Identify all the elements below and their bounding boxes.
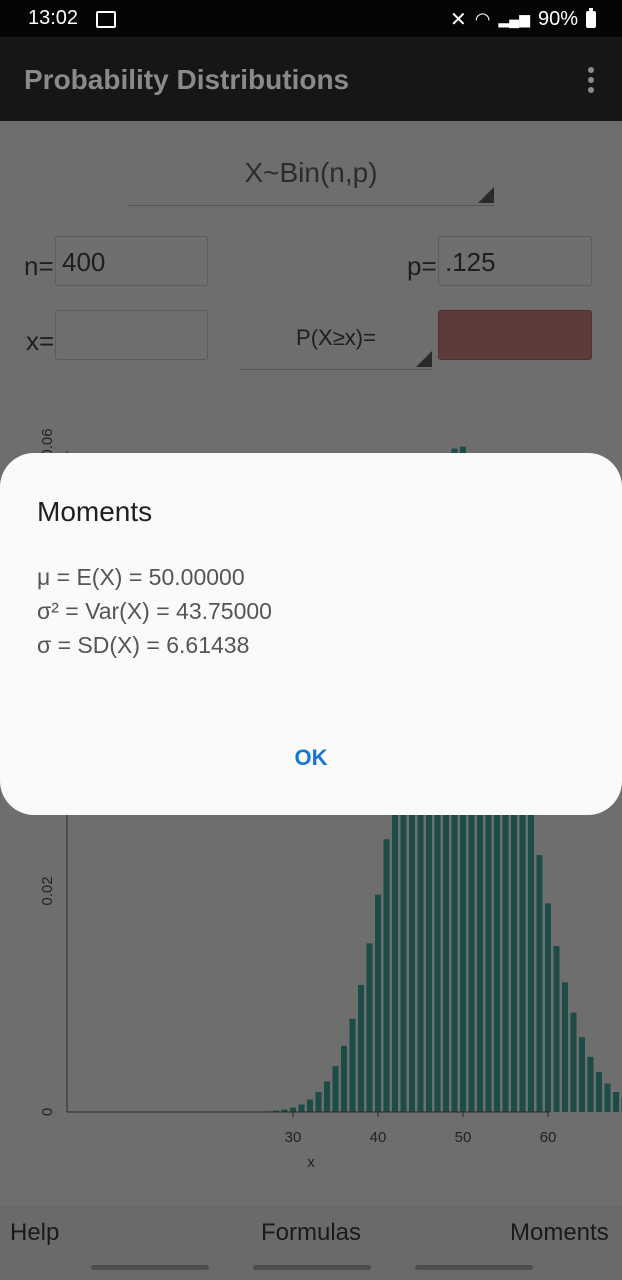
chart-bar <box>545 903 551 1112</box>
x-tick-label: 40 <box>370 1129 387 1146</box>
moments-dialog: Moments μ = E(X) = 50.00000 σ² = Var(X) … <box>0 453 622 815</box>
chart-bar <box>587 1056 594 1112</box>
status-icons: ✕ ◠ ▂▄▆ 90% <box>450 7 596 32</box>
chart-bar <box>349 1018 356 1112</box>
help-button[interactable]: Help <box>10 1219 59 1247</box>
gesture-bar-left <box>91 1265 209 1270</box>
x-axis-title: x <box>307 1154 315 1171</box>
chart-bar <box>315 1092 322 1112</box>
variance-line: σ² = Var(X) = 43.75000 <box>37 598 272 624</box>
chart-bar <box>604 1083 611 1112</box>
x-input[interactable] <box>55 310 208 360</box>
distribution-selected: X~Bin(n,p) <box>244 157 378 188</box>
x-tick-label: 60 <box>540 1129 557 1146</box>
gesture-bar-right <box>415 1265 533 1270</box>
sd-line: σ = SD(X) = 6.61438 <box>37 632 250 658</box>
gesture-bar-center <box>253 1265 371 1270</box>
overflow-menu-icon[interactable] <box>588 67 594 97</box>
probability-type-label: P(X≥x)= <box>296 325 376 350</box>
formulas-button[interactable]: Formulas <box>261 1219 361 1247</box>
dropdown-arrow-icon <box>478 187 494 203</box>
status-time: 13:02 <box>28 7 79 29</box>
chart-bar <box>307 1099 313 1112</box>
signal-icon: ▂▄▆ <box>498 11 530 27</box>
chart-bar <box>596 1071 602 1112</box>
y-tick-label: 0 <box>39 1108 56 1116</box>
probability-result <box>438 310 592 360</box>
app-title: Probability Distributions <box>24 64 350 95</box>
chart-bar <box>579 1037 585 1112</box>
chart-bar <box>392 779 398 1112</box>
probability-type-spinner[interactable]: P(X≥x)= <box>240 311 432 370</box>
chart-bar <box>366 943 373 1112</box>
status-bar: 13:02 ✕ ◠ ▂▄▆ 90% <box>0 0 622 37</box>
n-label: n= <box>24 251 54 281</box>
chart-bar <box>290 1107 296 1112</box>
x-ticks: 304050607080 <box>285 1112 557 1146</box>
bottom-nav: Help Formulas Moments <box>0 1206 622 1280</box>
app-bar: Probability Distributions <box>0 37 622 121</box>
chart-bar <box>375 894 381 1112</box>
chart-bar <box>613 1092 619 1112</box>
moments-button[interactable]: Moments <box>510 1219 609 1247</box>
battery-percent: 90% <box>537 8 578 30</box>
chart-bar <box>536 855 543 1112</box>
chart-bar <box>383 839 390 1112</box>
p-label: p= <box>407 251 437 281</box>
chart-bar <box>358 984 364 1112</box>
chart-bar <box>562 982 568 1112</box>
x-tick-label: 50 <box>455 1129 472 1146</box>
x-tick-label: 30 <box>285 1129 302 1146</box>
ok-button[interactable]: OK <box>0 745 622 771</box>
chart-bar <box>332 1066 339 1112</box>
chart-bar <box>553 945 560 1112</box>
battery-icon <box>586 8 596 28</box>
gallery-notification-icon <box>96 11 116 28</box>
dialog-title: Moments <box>37 496 153 527</box>
chart-bar <box>324 1081 330 1112</box>
chart-bar <box>298 1104 305 1112</box>
mean-line: μ = E(X) = 50.00000 <box>37 564 245 590</box>
distribution-spinner[interactable]: X~Bin(n,p) <box>128 153 494 206</box>
x-label: x= <box>26 326 55 356</box>
chart-bar <box>570 1012 577 1112</box>
chart-bar <box>341 1045 347 1112</box>
chart-bar <box>528 801 534 1112</box>
dropdown-arrow-icon <box>416 351 432 367</box>
y-tick-label: 0.02 <box>39 876 56 905</box>
p-input[interactable]: .125 <box>438 236 592 286</box>
mute-icon: ✕ <box>450 9 467 31</box>
wifi-icon: ◠ <box>474 9 491 29</box>
n-input[interactable]: 400 <box>55 236 208 286</box>
